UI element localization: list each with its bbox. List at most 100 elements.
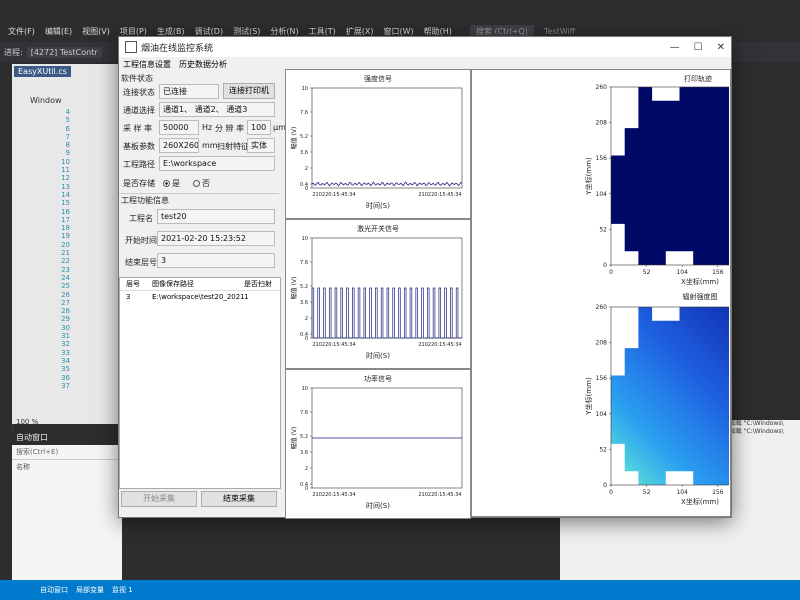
ide-menu-item[interactable]: 帮助(H)	[424, 26, 452, 37]
save-no-radio[interactable]: 否	[193, 178, 210, 189]
ide-menu-item[interactable]: 生成(B)	[157, 26, 185, 37]
y-tick-label: 260	[596, 84, 608, 91]
status-tab[interactable]: 自动窗口	[40, 585, 68, 595]
process-label: 进程:	[4, 47, 23, 57]
project-name-field[interactable]: test20	[157, 209, 275, 224]
line-number: 16	[61, 207, 70, 216]
autos-search[interactable]: 搜索(Ctrl+E)	[12, 445, 122, 460]
chart-title: 打印轨迹	[684, 74, 712, 83]
ide-status-bar: 自动窗口 局部变量 监视 1	[0, 580, 800, 600]
channel-field[interactable]: 通道1、 通道2、 通道3	[159, 102, 275, 117]
monitor-app-window: 烟油在线监控系统 — ☐ ✕ 工程信息设置 历史数据分析 软件状态 连接状态 已…	[118, 36, 732, 519]
y-tick-label: 156	[596, 155, 608, 162]
ide-menu-item[interactable]: 分析(N)	[270, 26, 298, 37]
line-number: 35	[61, 365, 70, 374]
y-tick-label: 0	[603, 482, 607, 489]
y-tick-label: 10	[302, 86, 308, 92]
app-icon	[125, 41, 137, 53]
line-number: 36	[61, 373, 70, 382]
ide-menu-item[interactable]: 文件(F)	[8, 26, 35, 37]
sample-rate-field[interactable]: 50000	[159, 120, 199, 135]
y-axis-label: 幅值 (V)	[290, 277, 298, 300]
end-layer-field: 3	[157, 253, 275, 268]
status-tab[interactable]: 局部变量	[76, 585, 104, 595]
x-axis-label: 时间(S)	[366, 351, 390, 360]
connect-printer-button[interactable]: 连接打印机	[223, 83, 275, 99]
resolution-field[interactable]: 100	[247, 120, 271, 135]
substrate-label: 基板参数	[123, 142, 155, 151]
x-tick-label: 156	[712, 269, 724, 276]
intensity-chart: 强度信号00.423.65.27.610幅值 (V)210220:15:45:3…	[285, 69, 471, 219]
col-scanned[interactable]: 是否扫射	[244, 278, 280, 290]
line-number: 8	[65, 141, 70, 150]
close-icon[interactable]: ✕	[717, 42, 725, 53]
layer-list[interactable]: 层号 图像保存路径 是否扫射 3 E:\workspace\test20_202…	[119, 277, 281, 489]
y-tick-label: 10	[302, 236, 308, 242]
line-number: 33	[61, 348, 70, 357]
y-tick-label: 2	[305, 166, 308, 172]
line-number: 32	[61, 340, 70, 349]
y-axis-label: Y坐标(mm)	[584, 157, 593, 196]
start-capture-button[interactable]: 开始采集	[121, 491, 197, 507]
ide-menu-item[interactable]: 编辑(E)	[45, 26, 72, 37]
list-item[interactable]: 3 E:\workspace\test20_2021 1	[120, 291, 280, 303]
window-tab[interactable]: Window	[30, 96, 62, 105]
ide-project-name: TestWiff	[543, 26, 576, 36]
y-tick-label: 7.6	[300, 410, 308, 416]
channel-label: 通道选择	[123, 106, 155, 115]
process-dropdown[interactable]: [4272] TestContr	[26, 46, 102, 58]
y-tick-label: 208	[596, 120, 608, 127]
scan-feature-field[interactable]: 实体	[247, 138, 275, 153]
line-number: 9	[65, 149, 70, 158]
radiation-heatmap: 辐射强度图052104156208260052104156208260X坐标(m…	[584, 292, 729, 506]
x-tick-label: 210220:15:45:34	[418, 192, 461, 198]
ide-menu-item[interactable]: 调试(D)	[195, 26, 223, 37]
line-number: 37	[61, 381, 70, 390]
file-tab[interactable]: EasyXUtil.cs	[14, 66, 71, 77]
y-tick-label: 2	[305, 316, 308, 322]
maximize-icon[interactable]: ☐	[694, 42, 703, 53]
col-image-path[interactable]: 图像保存路径	[152, 278, 244, 290]
end-capture-button[interactable]: 结束采集	[201, 491, 277, 507]
end-layer-label: 结束层号	[125, 258, 157, 267]
app-titlebar: 烟油在线监控系统 — ☐ ✕	[119, 37, 731, 57]
zoom-level[interactable]: 100 %	[16, 418, 38, 426]
minimize-icon[interactable]: —	[670, 42, 680, 53]
ide-menu-item[interactable]: 扩展(X)	[346, 26, 374, 37]
hz-unit: Hz	[202, 123, 213, 132]
y-axis-label: Y坐标(mm)	[584, 377, 593, 416]
line-number: 24	[61, 273, 70, 282]
y-tick-label: 104	[596, 411, 608, 418]
project-path-field[interactable]: E:\workspace	[159, 156, 275, 171]
y-tick-label: 5.2	[300, 284, 308, 290]
radiation-region	[611, 307, 729, 485]
line-number: 27	[61, 298, 70, 307]
project-info-group: 工程功能信息	[121, 196, 169, 205]
y-tick-label: 10	[302, 386, 308, 392]
x-tick-label: 210220:15:45:34	[312, 342, 355, 348]
save-yes-radio[interactable]: 是	[163, 178, 180, 189]
plot-frame	[311, 87, 463, 189]
line-number: 11	[61, 166, 70, 175]
autos-title: 自动窗口	[12, 430, 122, 445]
y-tick-label: 0.4	[300, 482, 308, 488]
col-layer[interactable]: 层号	[120, 278, 152, 290]
y-tick-label: 7.6	[300, 260, 308, 266]
ide-menu-item[interactable]: 窗口(W)	[384, 26, 414, 37]
series-line	[311, 287, 462, 339]
ide-menu-item[interactable]: 项目(P)	[120, 26, 147, 37]
ide-menu-item[interactable]: 测试(S)	[233, 26, 260, 37]
line-number: 34	[61, 356, 70, 365]
menu-project-settings[interactable]: 工程信息设置	[123, 59, 171, 70]
x-axis-label: X坐标(mm)	[681, 497, 719, 506]
series-line	[311, 181, 463, 187]
substrate-field[interactable]: 260X260	[159, 138, 199, 153]
line-number: 20	[61, 240, 70, 249]
menu-history-analysis[interactable]: 历史数据分析	[179, 59, 227, 70]
y-tick-label: 7.6	[300, 110, 308, 116]
ide-menu-item[interactable]: 工具(T)	[309, 26, 336, 37]
conn-status-field: 已连接	[159, 84, 219, 99]
laser-switch-chart: 激光开关信号00.423.65.27.610幅值 (V)210220:15:45…	[285, 219, 471, 369]
ide-menu-item[interactable]: 视图(V)	[82, 26, 110, 37]
status-tab[interactable]: 监视 1	[112, 585, 133, 595]
